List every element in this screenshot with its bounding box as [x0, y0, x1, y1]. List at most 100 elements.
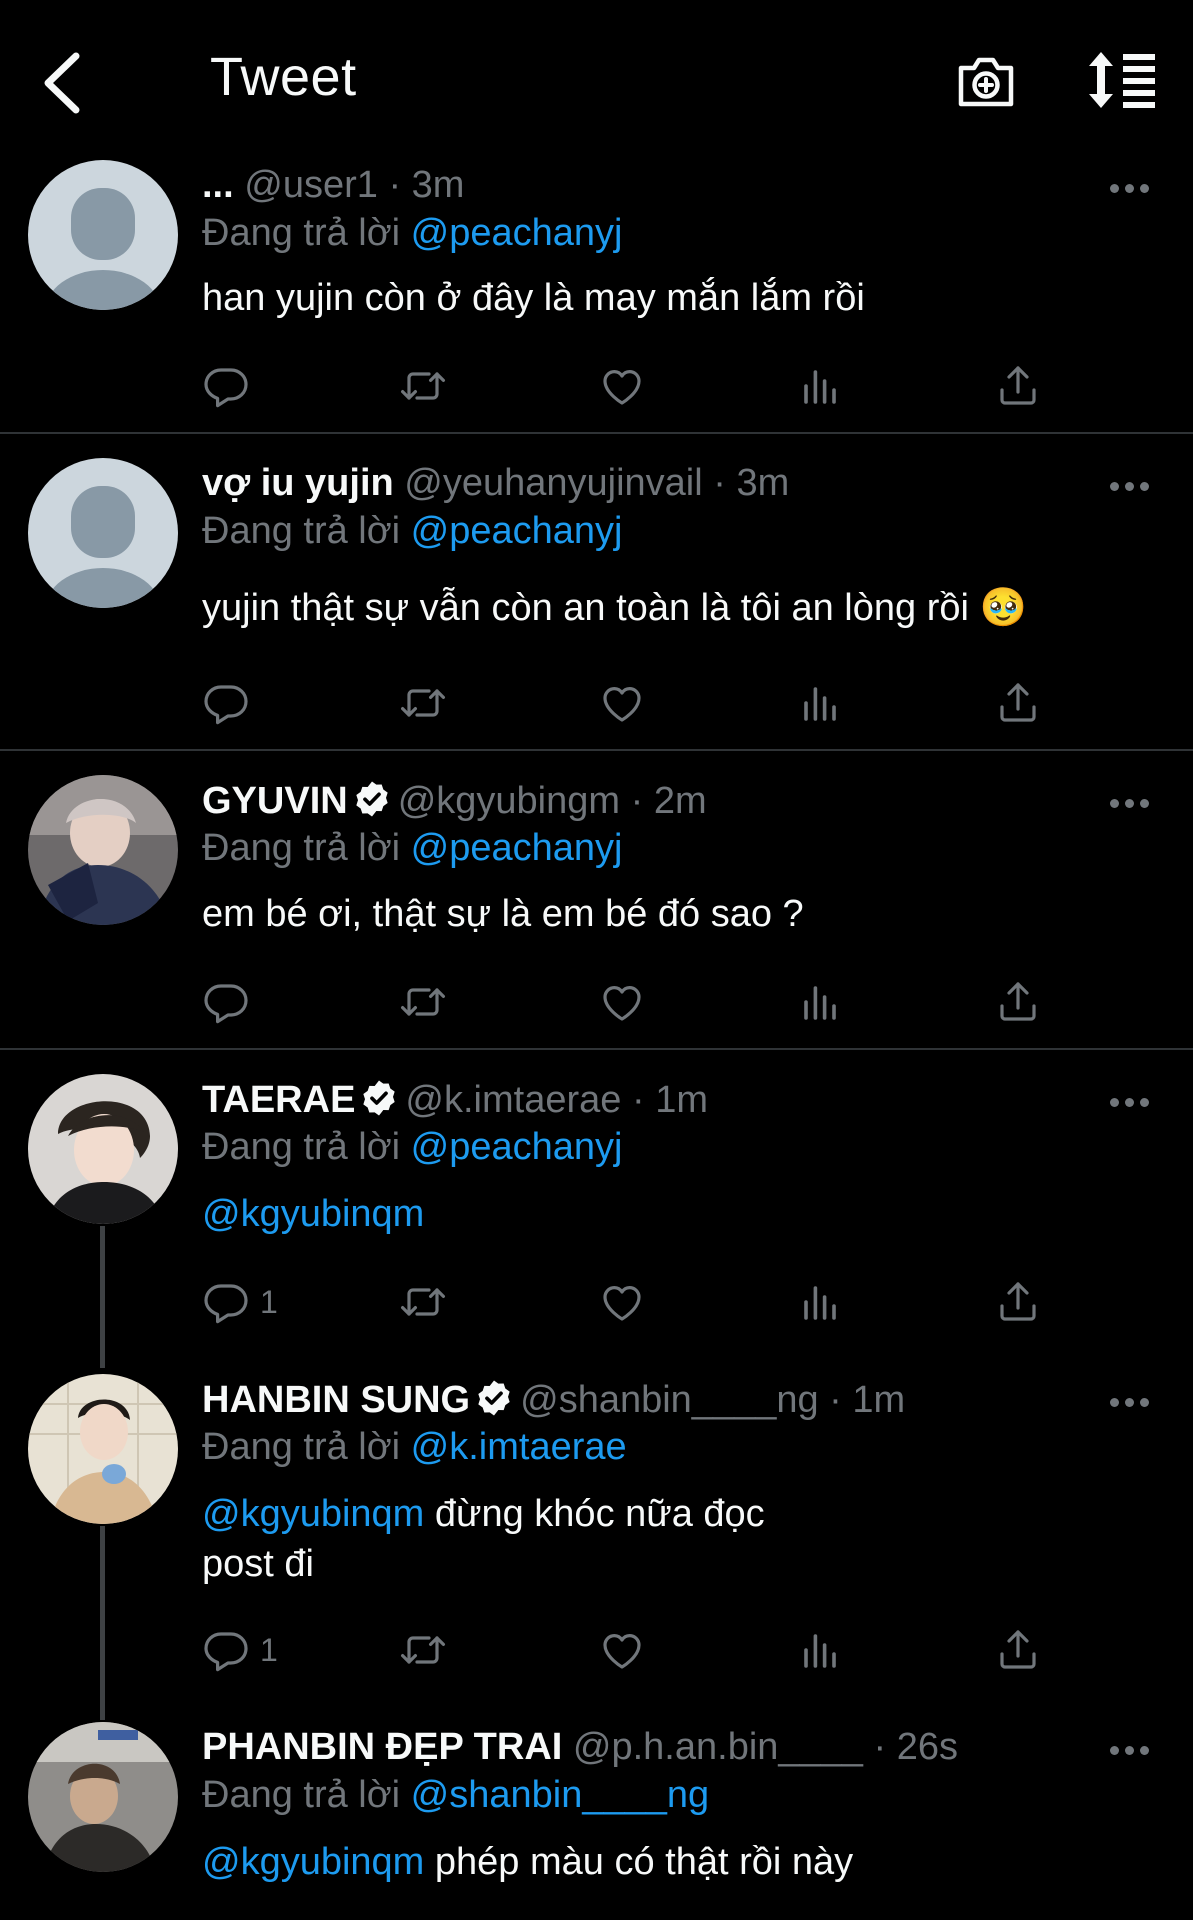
tweet-text: han yujin còn ở đây là may mắn lắm rồi: [202, 277, 865, 319]
mention-link[interactable]: @shanbin____ng: [411, 1774, 710, 1816]
share-icon: [994, 1278, 1042, 1326]
more-icon[interactable]: [1110, 478, 1154, 494]
tweet-text: @kgyubinqm: [202, 1189, 1102, 1239]
more-icon[interactable]: [1110, 1742, 1154, 1758]
avatar[interactable]: [28, 1722, 178, 1872]
like-icon: [598, 1626, 646, 1674]
more-icon[interactable]: [1110, 1094, 1154, 1110]
tweet-header: GYUVIN @kgyubingm · 2m: [202, 780, 707, 822]
tweet-reply[interactable]: TAERAE @k.imtaerae · 1m Đang trả lời @pea…: [0, 1074, 1193, 1344]
retweet-button[interactable]: [399, 675, 447, 731]
views-button[interactable]: [796, 675, 844, 731]
display-name[interactable]: GYUVIN: [202, 780, 348, 822]
tweet-text: @kgyubinqm phép màu có thật rồi này: [202, 1841, 854, 1883]
page-title: Tweet: [210, 47, 357, 107]
retweet-button[interactable]: [399, 358, 447, 414]
retweet-button[interactable]: [399, 1622, 447, 1678]
action-bar: [202, 675, 1162, 731]
mention-link[interactable]: @kgyubinqm: [202, 1193, 424, 1235]
share-button[interactable]: [994, 1274, 1042, 1330]
like-icon: [598, 1278, 646, 1326]
like-button[interactable]: [598, 1274, 646, 1330]
display-name[interactable]: ...: [202, 164, 234, 206]
replying-to: Đang trả lời @peachanyj: [202, 212, 623, 254]
tweet-text: yujin thật sự vẫn còn an toàn là tôi an …: [202, 587, 1027, 629]
retweet-icon: [399, 978, 447, 1026]
replying-to: Đang trả lời @peachanyj: [202, 1126, 623, 1168]
reply-button[interactable]: 1: [202, 1622, 278, 1678]
avatar[interactable]: [28, 1374, 178, 1524]
views-button[interactable]: [796, 1274, 844, 1330]
tweet-reply[interactable]: GYUVIN @kgyubingm · 2m Đang trả lời @peac…: [0, 775, 1193, 1047]
like-button[interactable]: [598, 1622, 646, 1678]
more-icon[interactable]: [1110, 795, 1154, 811]
user-handle[interactable]: @kgyubingm: [398, 780, 620, 822]
tweet-header: vợ iu yujin @yeuhanyujinvail · 3m: [202, 462, 790, 504]
retweet-button[interactable]: [399, 1274, 447, 1330]
retweet-button[interactable]: [399, 974, 447, 1030]
tweet-reply[interactable]: PHANBIN ĐẸP TRAI @p.h.an.bin____ · 26s Đ…: [0, 1722, 1193, 1920]
reply-count: 1: [260, 1283, 278, 1320]
user-handle[interactable]: @p.h.an.bin____: [573, 1726, 863, 1768]
replying-to: Đang trả lời @peachanyj: [202, 510, 623, 552]
like-icon: [598, 362, 646, 410]
avatar[interactable]: [28, 160, 178, 310]
user-handle[interactable]: @user1: [244, 164, 378, 206]
share-button[interactable]: [994, 675, 1042, 731]
more-icon[interactable]: [1110, 1394, 1154, 1410]
camera-plus-icon[interactable]: [955, 50, 1017, 112]
views-button[interactable]: [796, 358, 844, 414]
back-arrow-icon[interactable]: [38, 48, 88, 118]
avatar[interactable]: [28, 458, 178, 608]
reply-icon: [202, 1626, 250, 1674]
reply-button[interactable]: 1: [202, 1274, 278, 1330]
like-button[interactable]: [598, 974, 646, 1030]
reply-icon: [202, 1278, 250, 1326]
default-avatar-icon: [28, 160, 178, 310]
more-icon[interactable]: [1110, 180, 1154, 196]
reply-button[interactable]: [202, 358, 260, 414]
user-handle[interactable]: @shanbin____ng: [520, 1379, 819, 1421]
sort-icon[interactable]: [1085, 50, 1157, 110]
user-handle[interactable]: @k.imtaerae: [405, 1079, 621, 1121]
share-button[interactable]: [994, 974, 1042, 1030]
replying-to: Đang trả lời @peachanyj: [202, 827, 623, 869]
views-icon: [796, 978, 844, 1026]
views-button[interactable]: [796, 974, 844, 1030]
mention-link[interactable]: @k.imtaerae: [411, 1426, 627, 1468]
share-button[interactable]: [994, 1622, 1042, 1678]
reply-icon: [202, 362, 250, 410]
like-button[interactable]: [598, 358, 646, 414]
like-button[interactable]: [598, 675, 646, 731]
share-button[interactable]: [994, 358, 1042, 414]
reply-button[interactable]: [202, 675, 260, 731]
tweet-reply[interactable]: vợ iu yujin @yeuhanyujinvail · 3m Đang t…: [0, 458, 1193, 748]
divider: [0, 432, 1193, 434]
views-button[interactable]: [796, 1622, 844, 1678]
mention-link[interactable]: @kgyubinqm: [202, 1493, 424, 1535]
reply-button[interactable]: [202, 974, 260, 1030]
timestamp: 3m: [411, 164, 465, 206]
display-name[interactable]: HANBIN SUNG: [202, 1379, 470, 1421]
mention-link[interactable]: @peachanyj: [411, 1126, 623, 1168]
avatar[interactable]: [28, 1074, 178, 1224]
mention-link[interactable]: @peachanyj: [411, 510, 623, 552]
tweet-header: PHANBIN ĐẸP TRAI @p.h.an.bin____ · 26s: [202, 1726, 958, 1768]
display-name[interactable]: PHANBIN ĐẸP TRAI: [202, 1726, 562, 1768]
verified-badge-icon: [359, 1078, 399, 1118]
share-icon: [994, 679, 1042, 727]
user-handle[interactable]: @yeuhanyujinvail: [404, 462, 702, 504]
mention-link[interactable]: @peachanyj: [411, 827, 623, 869]
mention-link[interactable]: @kgyubinqm: [202, 1841, 424, 1883]
display-name[interactable]: vợ iu yujin: [202, 462, 394, 504]
tweet-reply[interactable]: HANBIN SUNG @shanbin____ng · 1m Đang trả …: [0, 1374, 1193, 1674]
retweet-icon: [399, 362, 447, 410]
display-name[interactable]: TAERAE: [202, 1079, 355, 1121]
tweet-reply[interactable]: ... @user1 · 3m Đang trả lời @peachanyj …: [0, 160, 1193, 432]
reply-icon: [202, 978, 250, 1026]
like-icon: [598, 978, 646, 1026]
views-icon: [796, 1278, 844, 1326]
mention-link[interactable]: @peachanyj: [411, 212, 623, 254]
avatar[interactable]: [28, 775, 178, 925]
timestamp: 26s: [896, 1726, 958, 1768]
